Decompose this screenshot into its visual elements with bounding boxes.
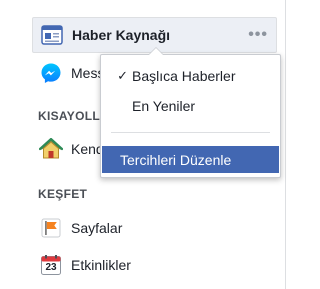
menu-item-label: Başlıca Haberler: [132, 68, 236, 84]
menu-divider: [111, 132, 270, 133]
sidebar-item-events[interactable]: 23 Etkinlikler: [32, 247, 131, 283]
content-edge: [285, 0, 301, 289]
check-icon: ✓: [117, 68, 128, 83]
menu-item-top-stories[interactable]: ✓ Başlıca Haberler: [101, 63, 280, 89]
sidebar-item-label: Haber Kaynağı: [72, 27, 171, 43]
more-options-icon[interactable]: •••: [248, 26, 268, 44]
news-feed-icon: [39, 22, 65, 48]
calendar-day: 23: [45, 262, 57, 273]
sidebar-item-label: Etkinlikler: [71, 257, 131, 273]
messenger-icon: [38, 60, 64, 86]
menu-item-edit-preferences[interactable]: Tercihleri Düzenle: [102, 146, 279, 173]
section-title-explore: KEŞFET: [38, 187, 88, 201]
menu-item-label: En Yeniler: [132, 98, 196, 114]
sidebar-item-label: Sayfalar: [71, 220, 123, 236]
menu-item-most-recent[interactable]: En Yeniler: [101, 93, 280, 119]
home-icon: [38, 136, 64, 162]
menu-item-label: Tercihleri Düzenle: [120, 151, 232, 168]
news-feed-sort-menu: ✓ Başlıca Haberler En Yeniler Tercihleri…: [100, 47, 281, 178]
calendar-icon: 23: [38, 252, 64, 278]
flag-icon: [38, 215, 64, 241]
sidebar-item-pages[interactable]: Sayfalar: [32, 210, 122, 246]
